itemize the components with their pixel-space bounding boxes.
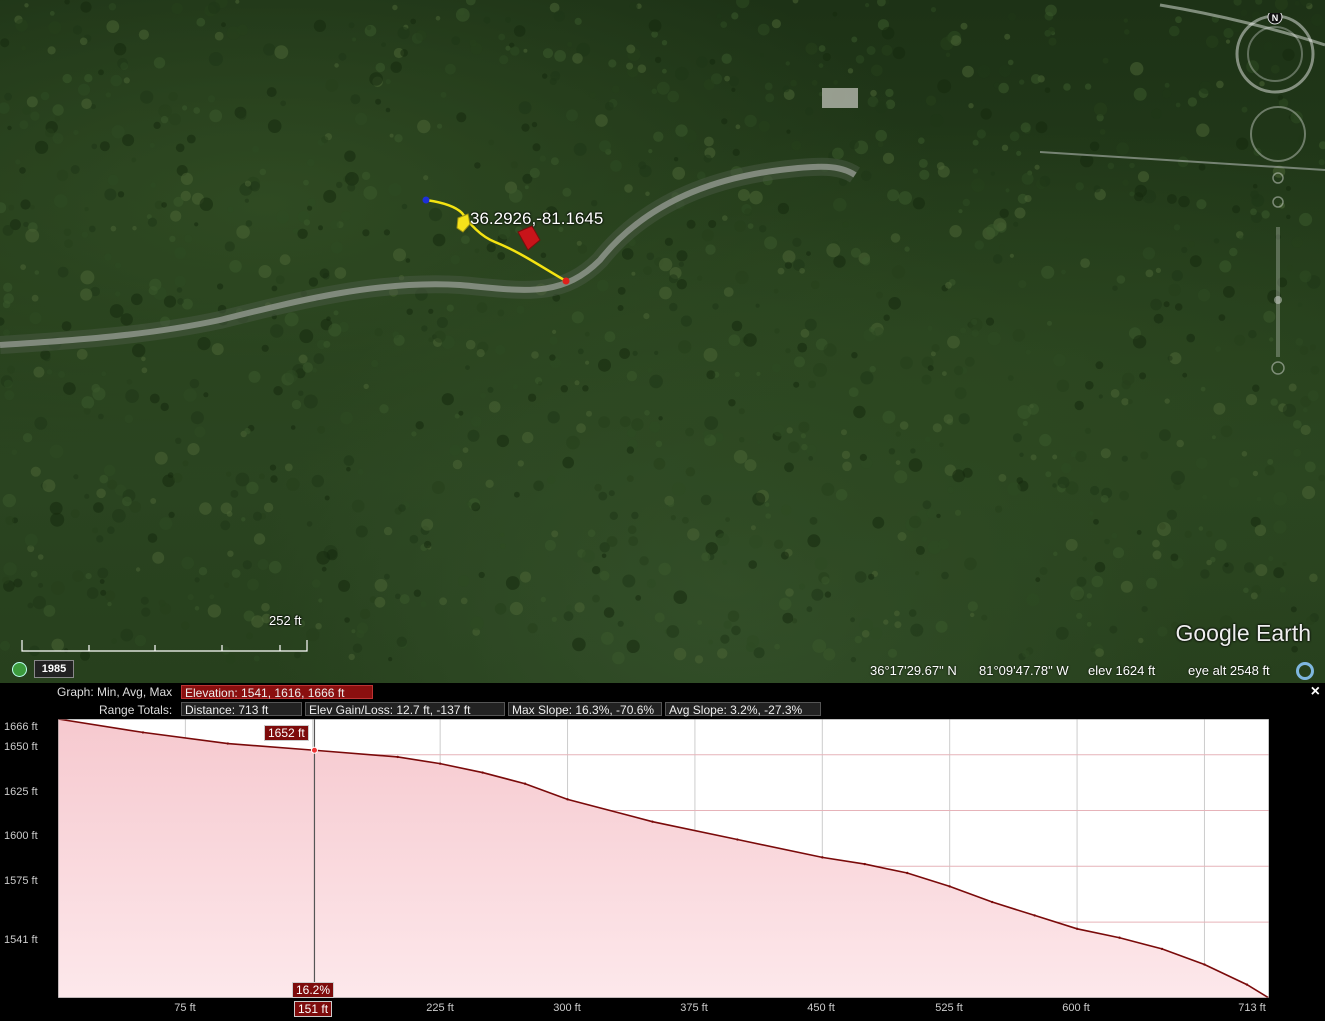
y-tick-label: 1666 ft (4, 721, 38, 733)
elevation-point (438, 762, 442, 765)
x-tick-label: 713 ft (1238, 1002, 1266, 1014)
building (822, 88, 858, 108)
distance-summary[interactable]: Distance: 713 ft (181, 702, 302, 717)
x-tick-label: 525 ft (935, 1002, 963, 1014)
y-tick-label: 1575 ft (4, 875, 38, 887)
cursor-distance-tag: 151 ft (294, 1001, 333, 1017)
x-tick-label: 375 ft (680, 1002, 708, 1014)
elevation-point (863, 862, 866, 866)
x-tick-label: 225 ft (426, 1002, 454, 1014)
y-tick-label: 1541 ft (4, 934, 38, 946)
placemark-label[interactable]: 36.2926,-81.1645 (470, 209, 603, 229)
status-latitude: 36°17'29.67" N (870, 663, 957, 678)
google-earth-logo: Google Earth (1175, 620, 1311, 646)
x-tick-label: 75 ft (174, 1002, 196, 1014)
status-longitude: 81°09'47.78" W (979, 663, 1069, 678)
elevation-point (481, 771, 484, 774)
path-end-point[interactable] (562, 277, 570, 285)
elevation-point (1075, 927, 1079, 931)
elevation-point (651, 820, 654, 823)
elevation-point (1245, 983, 1249, 986)
elevation-point (396, 755, 399, 759)
range-totals-label: Range Totals: (99, 703, 173, 717)
status-bar: 36°17'29.67" N 81°09'47.78" W elev 1624 … (0, 660, 1325, 683)
zoom-slider-icon[interactable] (1268, 172, 1288, 382)
elevation-point (1033, 914, 1036, 917)
x-tick-label: 300 ft (553, 1002, 581, 1014)
status-elevation: elev 1624 ft (1088, 663, 1156, 678)
elevation-point (141, 731, 145, 734)
elevation-point (566, 798, 569, 801)
elev-gain-loss-summary[interactable]: Elev Gain/Loss: 12.7 ft, -137 ft (305, 702, 505, 717)
y-tick-label: 1650 ft (4, 741, 38, 753)
status-eye-altitude: eye alt 2548 ft (1188, 663, 1270, 678)
elevation-point (948, 885, 951, 888)
close-button[interactable]: × (1311, 683, 1320, 701)
graph-label: Graph: Min, Avg, Max (57, 685, 173, 699)
elevation-summary[interactable]: Elevation: 1541, 1616, 1666 ft (181, 685, 373, 700)
compass-icon[interactable]: N (1234, 13, 1316, 95)
elevation-point (1118, 936, 1121, 939)
avg-slope-summary[interactable]: Avg Slope: 3.2%, -27.3% (665, 702, 821, 717)
x-tick-label: 450 ft (807, 1002, 835, 1014)
elevation-point (1203, 963, 1206, 966)
elevation-point (226, 742, 230, 745)
map-view[interactable]: 36.2926,-81.1645 252 ft Google Earth N 3… (0, 0, 1325, 683)
elevation-point (1160, 947, 1164, 951)
imagery-year-badge[interactable]: 1985 (34, 660, 74, 678)
elevation-point (990, 900, 994, 904)
elevation-point (821, 856, 824, 859)
cursor-point (310, 746, 318, 754)
history-icon[interactable] (12, 662, 27, 677)
elevation-point (736, 838, 739, 841)
map-overlay (0, 0, 1325, 665)
placemark-icon[interactable] (456, 213, 471, 233)
scale-label: 252 ft (269, 613, 302, 628)
cursor-elevation-tag: 1652 ft (264, 725, 309, 741)
max-slope-summary[interactable]: Max Slope: 16.3%, -70.6% (508, 702, 662, 717)
y-tick-label: 1600 ft (4, 830, 38, 842)
x-tick-label: 600 ft (1062, 1002, 1090, 1014)
cursor-slope-tag: 16.2% (292, 982, 335, 998)
path-start-point[interactable] (422, 196, 430, 204)
location-icon[interactable] (1296, 662, 1314, 680)
look-control-icon[interactable] (1250, 106, 1306, 162)
elevation-point (523, 782, 527, 785)
elevation-chart[interactable] (58, 719, 1269, 998)
y-tick-label: 1625 ft (4, 786, 38, 798)
compass-north-label: N (1272, 13, 1279, 23)
elevation-point (906, 871, 909, 875)
